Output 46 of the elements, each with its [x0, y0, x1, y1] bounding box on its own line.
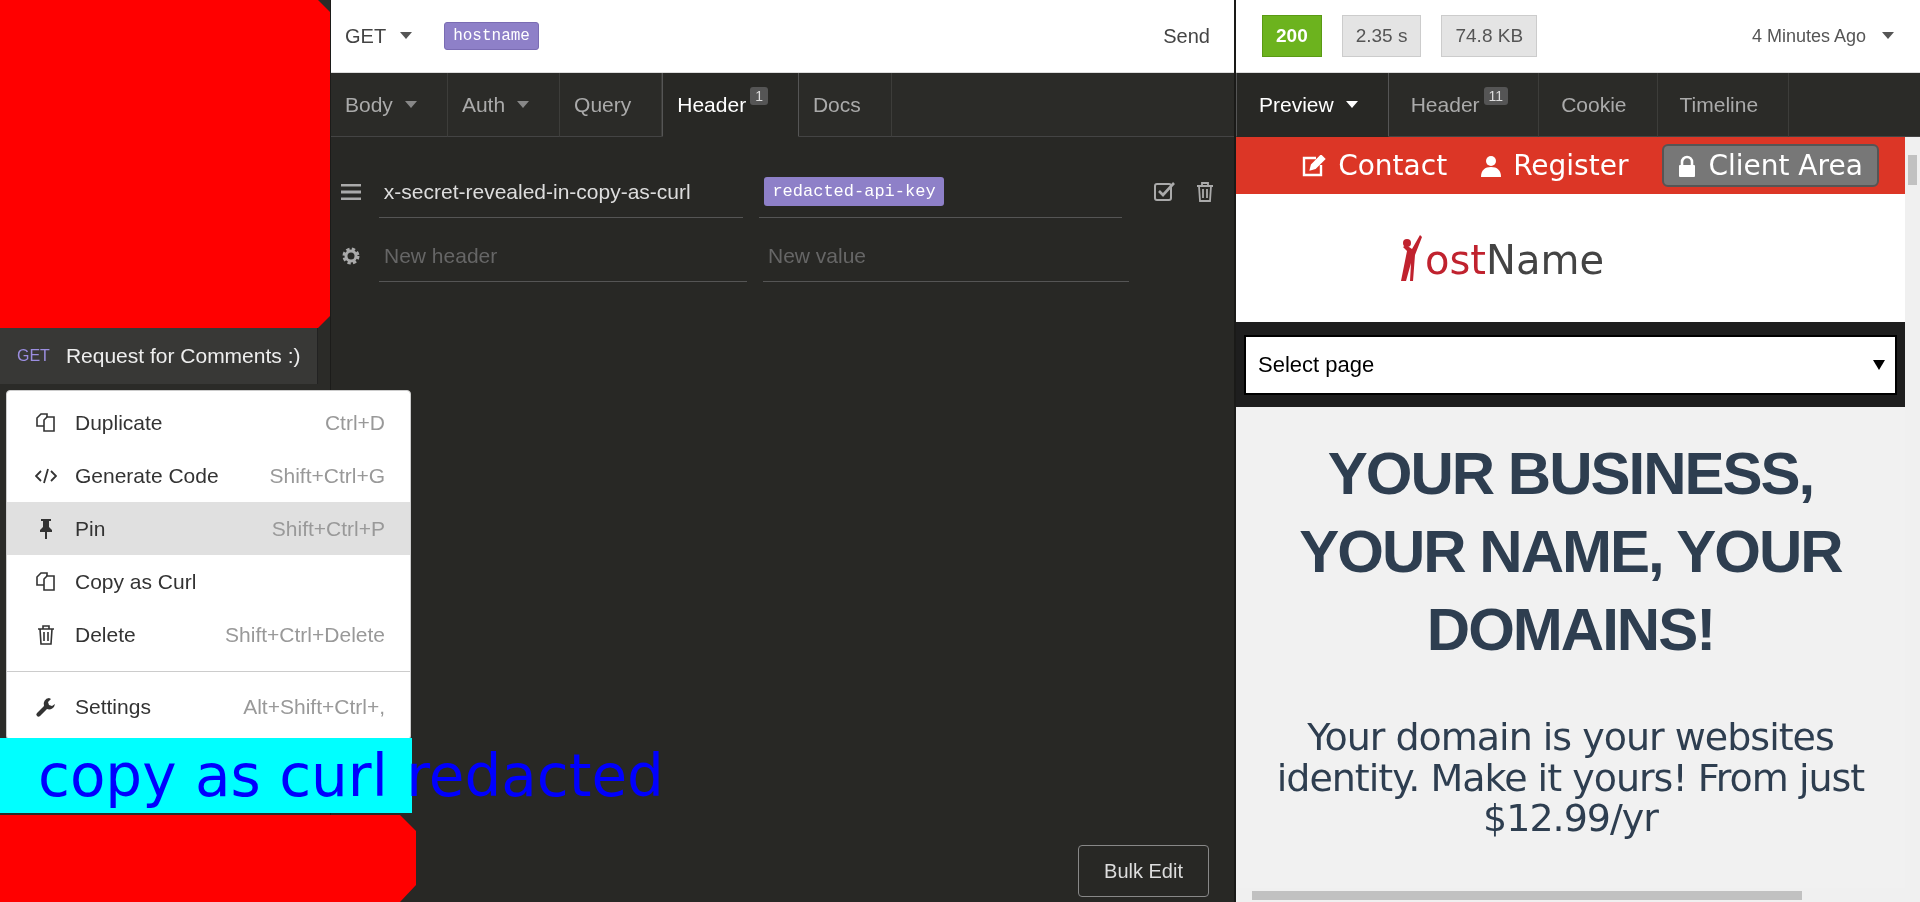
tab[interactable]: Docs: [798, 73, 892, 137]
header-value-field[interactable]: New value: [763, 230, 1129, 282]
headline: YOUR BUSINESS, YOUR NAME, YOUR DOMAINS!: [1298, 439, 1843, 665]
count-badge: 1: [750, 87, 768, 105]
paragraph: Your domain is your websites identity. Make it yours! From just $12.99/yr: [1275, 717, 1866, 839]
time-badge: 2.35 s: [1341, 15, 1422, 57]
user-icon: [1481, 154, 1502, 177]
tab[interactable]: Header 1: [662, 73, 799, 137]
site-logo: ostName: [1399, 233, 1604, 283]
edit-icon: [1302, 154, 1327, 177]
caret-icon: [400, 32, 413, 40]
scrollbar[interactable]: [1905, 137, 1920, 902]
lock-icon: [1678, 154, 1697, 177]
page-select[interactable]: Select page: [1244, 334, 1897, 395]
size-badge: 74.8 KB: [1441, 15, 1538, 57]
tab[interactable]: Auth: [447, 73, 561, 137]
request-item[interactable]: GET Request for Comments :): [0, 328, 318, 384]
gear-icon: [341, 246, 361, 266]
copy-icon: [35, 411, 57, 434]
send-button[interactable]: Send: [1157, 23, 1216, 49]
caret-icon: [1882, 32, 1894, 40]
nav-link[interactable]: Contact: [1302, 149, 1448, 182]
header-name-field[interactable]: New header: [379, 230, 747, 282]
checkbox-checked-icon[interactable]: [1154, 181, 1176, 201]
wrench-icon: [35, 695, 57, 718]
history-dropdown[interactable]: 4 Minutes Ago: [1745, 24, 1900, 48]
bulk-edit-button[interactable]: Bulk Edit: [1078, 845, 1209, 897]
pin-icon: [37, 517, 55, 540]
header-name-field[interactable]: x-secret-revealed-in-copy-as-curl: [378, 166, 744, 218]
scrollbar[interactable]: [1236, 888, 1905, 902]
tab[interactable]: Preview: [1236, 73, 1389, 137]
tab[interactable]: Body: [331, 73, 448, 137]
status-badge: 200: [1262, 15, 1322, 57]
caret-icon: [1873, 359, 1885, 370]
method-label: GET: [17, 347, 50, 365]
request-name: Request for Comments :): [65, 344, 301, 368]
nav-link[interactable]: Register: [1481, 149, 1629, 182]
trash-icon[interactable]: [1196, 181, 1214, 203]
method-dropdown[interactable]: GET: [345, 24, 413, 48]
menu-item[interactable]: Pin Shift+Ctrl+P: [7, 502, 410, 555]
code-icon: [35, 466, 57, 485]
copy-icon: [35, 570, 57, 593]
count-badge: 11: [1483, 87, 1509, 105]
drag-handle-icon[interactable]: [340, 184, 361, 200]
trash-icon: [37, 623, 55, 646]
nav-link[interactable]: Client Area: [1662, 144, 1879, 187]
